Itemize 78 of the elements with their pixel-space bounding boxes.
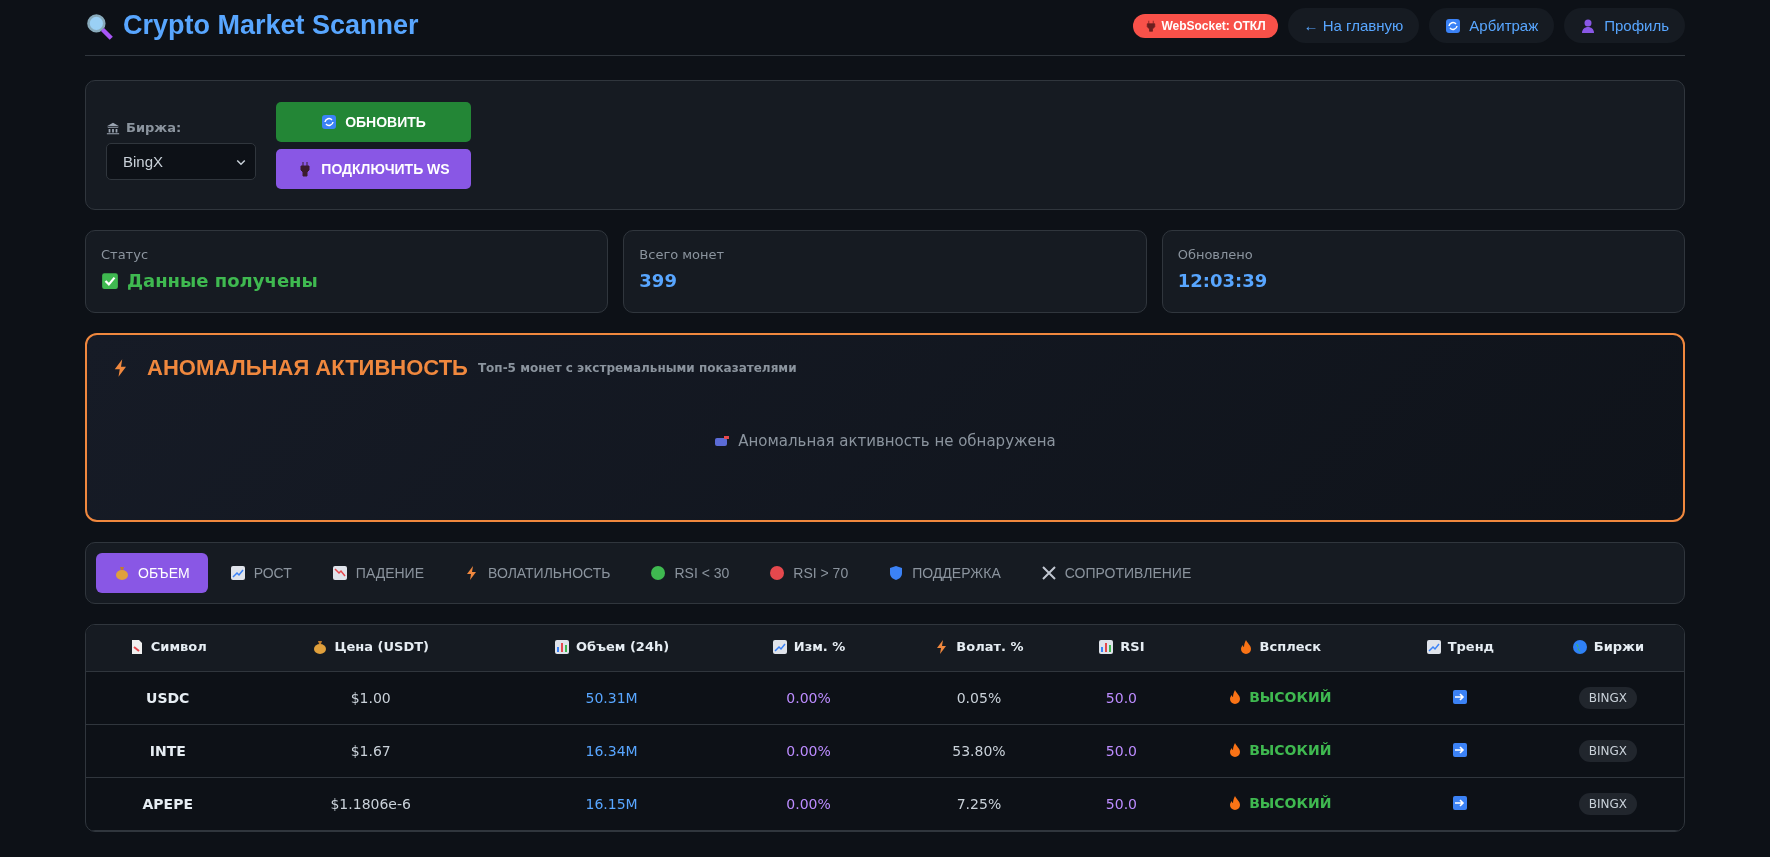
filter-tab[interactable]: ОБЪЕМ — [96, 553, 208, 593]
filter-tab[interactable]: ВОЛАТИЛЬНОСТЬ — [446, 553, 629, 593]
price-cell: $1.00 — [249, 672, 492, 725]
filter-tab[interactable]: RSI > 70 — [751, 553, 867, 593]
column-label: Объем (24h) — [576, 639, 670, 654]
line-chart-icon — [771, 638, 788, 655]
exchange-tag: BINGX — [1578, 687, 1638, 709]
check-mark-icon — [101, 271, 119, 290]
filter-tab[interactable]: ПОДДЕРЖКА — [870, 553, 1019, 593]
volatility-cell: 0.05% — [885, 672, 1073, 725]
filter-tab[interactable]: СОПРОТИВЛЕНИЕ — [1022, 553, 1210, 593]
falling-chart-icon — [331, 565, 348, 581]
column-label: RSI — [1120, 639, 1145, 654]
filter-tab[interactable]: RSI < 30 — [632, 553, 748, 593]
column-label: Волат. % — [956, 639, 1024, 654]
refresh-button[interactable]: ОБНОВИТЬ — [276, 101, 471, 142]
volume-cell: 50.31M — [491, 672, 732, 725]
app-title: Crypto Market Scanner — [123, 10, 419, 41]
spike-level: ВЫСОКИЙ — [1227, 688, 1332, 705]
refresh-icon — [1445, 17, 1462, 34]
bar-chart-icon — [1098, 638, 1115, 655]
symbol-cell: APEPE — [86, 778, 250, 831]
change-cell: 0.00% — [731, 672, 886, 725]
column-label: Всплеск — [1259, 639, 1321, 654]
circle-icon — [650, 565, 667, 581]
user-icon — [1580, 17, 1597, 34]
stat-label: Всего монет — [639, 247, 726, 262]
filter-tab[interactable]: РОСТ — [211, 553, 310, 593]
anomaly-title: АНОМАЛЬНАЯ АКТИВНОСТЬ — [147, 355, 468, 381]
shield-icon — [888, 565, 905, 581]
exchange-label: Биржа: — [106, 120, 256, 135]
column-label: Биржи — [1593, 639, 1645, 654]
money-bag-icon — [114, 565, 130, 581]
stat-value: 12:03:39 — [1177, 270, 1268, 291]
connect-button[interactable]: ПОДКЛЮЧИТЬ WS — [276, 148, 471, 189]
column-label: Цена (USDT) — [334, 639, 429, 654]
stat-label: Статус — [101, 247, 150, 262]
crossed-swords-icon — [1040, 565, 1057, 581]
column-label: Тренд — [1447, 639, 1495, 654]
volatility-cell: 53.80% — [885, 725, 1073, 778]
stat-label: Обновлено — [1177, 247, 1254, 262]
circle-icon — [769, 565, 786, 581]
bar-chart-icon — [554, 638, 571, 655]
volume-cell: 16.15M — [491, 778, 732, 831]
stat-value: Данные получены — [127, 270, 318, 291]
rsi-cell: 50.0 — [1072, 672, 1171, 725]
rsi-cell: 50.0 — [1072, 778, 1171, 831]
stat-value: 399 — [639, 270, 677, 291]
symbol-cell: INTE — [86, 725, 250, 778]
column-label: Изм. % — [793, 639, 846, 654]
nav-button[interactable]: Арбитраж — [1429, 8, 1555, 43]
empty-message: Аномальная активность не обнаружена — [738, 431, 1056, 450]
column-label: Символ — [150, 639, 207, 654]
nav-button[interactable]: Профиль — [1564, 8, 1685, 43]
price-cell: $1.67 — [249, 725, 492, 778]
change-cell: 0.00% — [731, 725, 886, 778]
filter-tab[interactable]: ПАДЕНИЕ — [313, 553, 443, 593]
bank-icon — [106, 120, 120, 135]
price-cell: $1.1806e-6 — [249, 778, 492, 831]
exchange-tag: BINGX — [1578, 740, 1638, 762]
volatility-cell: 7.25% — [885, 778, 1073, 831]
nav-button[interactable]: ← На главную — [1287, 8, 1420, 43]
websocket-status-badge: WebSocket: ОТКЛ — [1133, 13, 1278, 38]
volume-cell: 16.34M — [491, 725, 732, 778]
spike-level: ВЫСОКИЙ — [1227, 794, 1332, 811]
line-chart-icon — [229, 565, 246, 581]
change-cell: 0.00% — [731, 778, 886, 831]
spike-level: ВЫСОКИЙ — [1227, 741, 1332, 758]
plug-icon — [1145, 19, 1158, 32]
search-icon — [85, 11, 113, 40]
line-chart-icon — [1425, 638, 1442, 655]
refresh-icon — [321, 113, 338, 130]
exchange-select[interactable]: BingX — [106, 143, 256, 180]
money-bag-icon — [312, 638, 329, 655]
rsi-cell: 50.0 — [1072, 725, 1171, 778]
symbol-cell: USDC — [86, 672, 250, 725]
exchange-tag: BINGX — [1578, 793, 1638, 815]
anomaly-subtitle: Топ-5 монет с экстремальными показателями — [477, 361, 797, 375]
